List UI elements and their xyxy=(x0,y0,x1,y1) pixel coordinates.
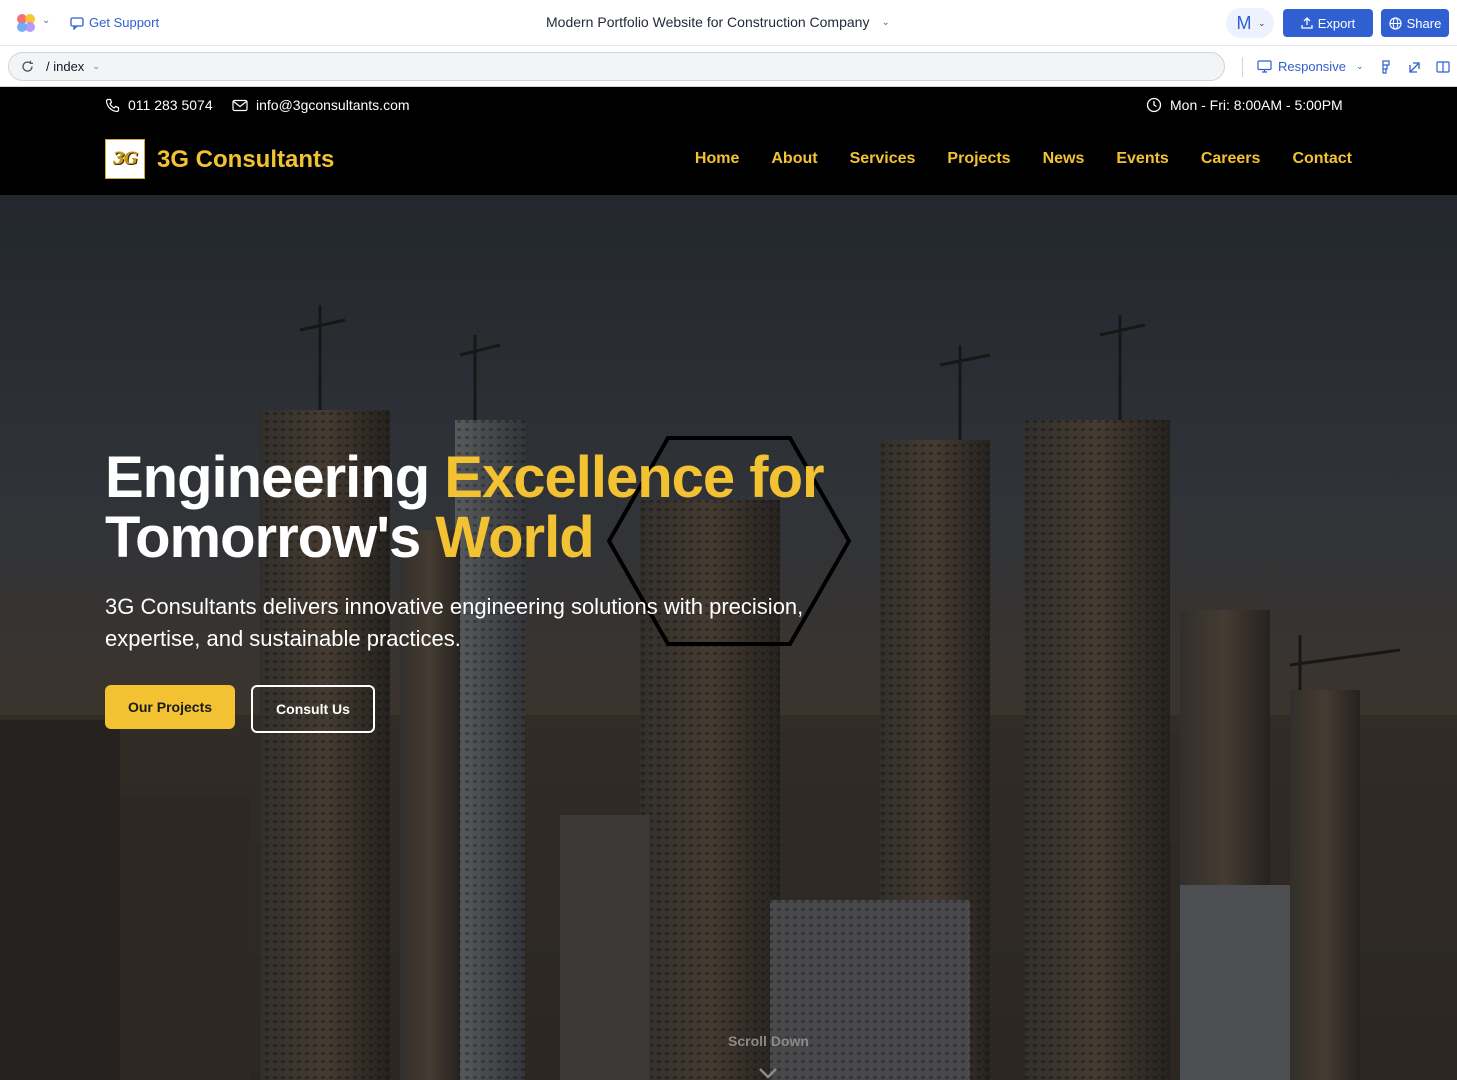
document-title-label: Modern Portfolio Website for Constructio… xyxy=(546,14,870,30)
preview-address-bar: / index ⌄ Responsive ⌄ xyxy=(0,46,1457,87)
our-projects-button[interactable]: Our Projects xyxy=(105,685,235,729)
hero-heading-white-1: Engineering xyxy=(105,445,445,510)
open-external-icon[interactable] xyxy=(1408,60,1422,74)
phone-contact[interactable]: 011 283 5074 xyxy=(105,97,213,113)
hero-heading-accent-1: Excellence for xyxy=(444,445,824,510)
share-label: Share xyxy=(1406,15,1442,31)
monitor-icon xyxy=(1257,60,1272,73)
chevron-down-icon: ⌄ xyxy=(881,16,890,28)
mail-icon xyxy=(232,99,248,111)
user-menu[interactable]: M ⌄ xyxy=(1226,8,1274,38)
get-support-label: Get Support xyxy=(89,15,160,30)
viewport-label: Responsive xyxy=(1278,59,1346,74)
figma-icon[interactable] xyxy=(1379,60,1393,74)
nav-contact[interactable]: Contact xyxy=(1292,150,1352,168)
website-preview: 011 283 5074 info@3gconsultants.com Mon … xyxy=(0,87,1457,1080)
chevron-down-icon[interactable]: ⌄ xyxy=(42,15,50,26)
app-toolbar: ⌄ Get Support Modern Portfolio Website f… xyxy=(0,0,1457,46)
hero-heading-white-2: Tomorrow's xyxy=(105,505,436,570)
scroll-down-label[interactable]: Scroll Down xyxy=(0,1033,1457,1049)
office-hours-label: Mon - Fri: 8:00AM - 5:00PM xyxy=(1170,97,1343,113)
avatar: M xyxy=(1236,13,1252,33)
chevron-down-icon: ⌄ xyxy=(1258,17,1266,28)
export-label: Export xyxy=(1317,15,1356,31)
contact-topbar: 011 283 5074 info@3gconsultants.com Mon … xyxy=(0,87,1457,123)
main-navbar: 3G 3G Consultants Home About Services Pr… xyxy=(0,123,1457,195)
nav-events[interactable]: Events xyxy=(1116,150,1168,168)
viewport-selector[interactable]: Responsive ⌄ xyxy=(1257,59,1363,74)
hero-section: Engineering Excellence for Tomorrow's Wo… xyxy=(0,195,1457,1080)
export-button[interactable]: Export xyxy=(1283,9,1373,37)
hero-heading: Engineering Excellence for Tomorrow's Wo… xyxy=(105,445,825,570)
company-name[interactable]: 3G Consultants xyxy=(157,146,334,174)
globe-icon xyxy=(1389,16,1402,30)
hero-subtitle: 3G Consultants delivers innovative engin… xyxy=(105,594,804,651)
share-button[interactable]: Share xyxy=(1381,9,1449,37)
chat-icon xyxy=(70,16,84,30)
phone-icon xyxy=(105,98,120,112)
get-support-link[interactable]: Get Support xyxy=(70,15,159,30)
divider xyxy=(1242,57,1243,77)
email-contact[interactable]: info@3gconsultants.com xyxy=(232,97,410,113)
nav-about[interactable]: About xyxy=(771,150,817,168)
primary-navigation: Home About Services Projects News Events… xyxy=(695,150,1352,168)
nav-services[interactable]: Services xyxy=(850,150,916,168)
page-path-field[interactable]: / index ⌄ xyxy=(8,52,1225,81)
clock-icon xyxy=(1146,97,1162,113)
consult-us-button[interactable]: Consult Us xyxy=(251,685,375,733)
company-logo[interactable]: 3G xyxy=(105,139,145,179)
chevron-down-icon[interactable] xyxy=(758,1067,778,1079)
chevron-down-icon[interactable]: ⌄ xyxy=(92,61,100,72)
phone-number: 011 283 5074 xyxy=(128,97,213,113)
chevron-down-icon: ⌄ xyxy=(1355,61,1364,71)
nav-news[interactable]: News xyxy=(1043,150,1085,168)
email-address: info@3gconsultants.com xyxy=(256,97,410,113)
nav-projects[interactable]: Projects xyxy=(947,150,1010,168)
app-logo-icon[interactable] xyxy=(16,13,36,33)
hero-heading-accent-2: World xyxy=(435,505,594,570)
nav-careers[interactable]: Careers xyxy=(1201,150,1261,168)
split-view-icon[interactable] xyxy=(1436,60,1450,74)
logo-text: 3G xyxy=(112,149,138,169)
document-title[interactable]: Modern Portfolio Website for Constructio… xyxy=(546,14,890,30)
office-hours: Mon - Fri: 8:00AM - 5:00PM xyxy=(1146,97,1343,113)
nav-home[interactable]: Home xyxy=(695,150,739,168)
refresh-icon[interactable] xyxy=(21,60,34,73)
page-path: / index xyxy=(46,59,85,74)
upload-icon xyxy=(1301,17,1313,29)
